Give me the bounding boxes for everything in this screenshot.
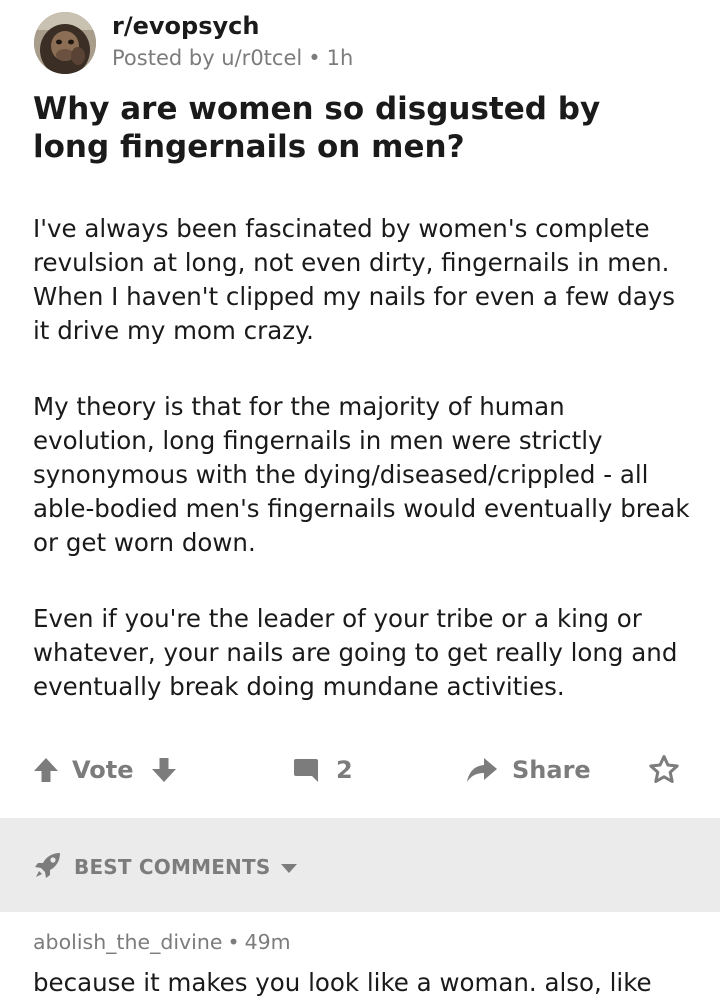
vote-group: Vote xyxy=(32,750,178,790)
comments-sort-bar: BEST COMMENTS xyxy=(0,818,720,912)
comment-icon xyxy=(292,756,320,784)
comment-count: 2 xyxy=(336,756,353,784)
comment-meta-separator: • xyxy=(227,930,240,954)
meta-separator: • xyxy=(308,46,321,70)
vote-label: Vote xyxy=(72,756,134,784)
post-author[interactable]: Posted by u/r0tcel xyxy=(112,46,302,70)
comment-text: because it makes you look like a woman. … xyxy=(33,968,652,997)
post-action-bar: Vote 2 Share xyxy=(0,740,720,800)
post-title: Why are women so disgusted by long finge… xyxy=(33,91,601,165)
share-button[interactable]: Share xyxy=(466,750,591,790)
subreddit-name[interactable]: r/evopsych xyxy=(112,12,259,40)
comment-meta: abolish_the_divine • 49m xyxy=(33,930,291,954)
award-icon xyxy=(648,754,680,786)
downvote-icon[interactable] xyxy=(150,756,178,784)
post-meta: Posted by u/r0tcel • 1h xyxy=(112,46,353,70)
post-header: r/evopsych Posted by u/r0tcel • 1h xyxy=(34,8,694,74)
rocket-icon xyxy=(34,851,62,884)
comments-sort-button[interactable]: BEST COMMENTS xyxy=(34,852,298,882)
share-label: Share xyxy=(512,756,591,784)
share-icon xyxy=(466,756,498,784)
chimpanzee-avatar-image xyxy=(34,12,96,74)
comment-author[interactable]: abolish_the_divine xyxy=(33,930,222,954)
chevron-down-icon xyxy=(280,855,298,879)
post-body-paragraph-1: I've always been fascinated by women's c… xyxy=(33,214,675,345)
sort-label: BEST COMMENTS xyxy=(74,855,271,879)
upvote-icon[interactable] xyxy=(32,756,60,784)
comments-button[interactable]: 2 xyxy=(292,750,353,790)
post-body-paragraph-3: Even if you're the leader of your tribe … xyxy=(33,604,678,701)
subreddit-avatar[interactable] xyxy=(34,12,96,74)
post-age: 1h xyxy=(326,46,354,70)
award-button[interactable] xyxy=(648,750,680,790)
post-body-paragraph-2: My theory is that for the majority of hu… xyxy=(33,392,690,557)
comment-age: 49m xyxy=(244,930,291,954)
